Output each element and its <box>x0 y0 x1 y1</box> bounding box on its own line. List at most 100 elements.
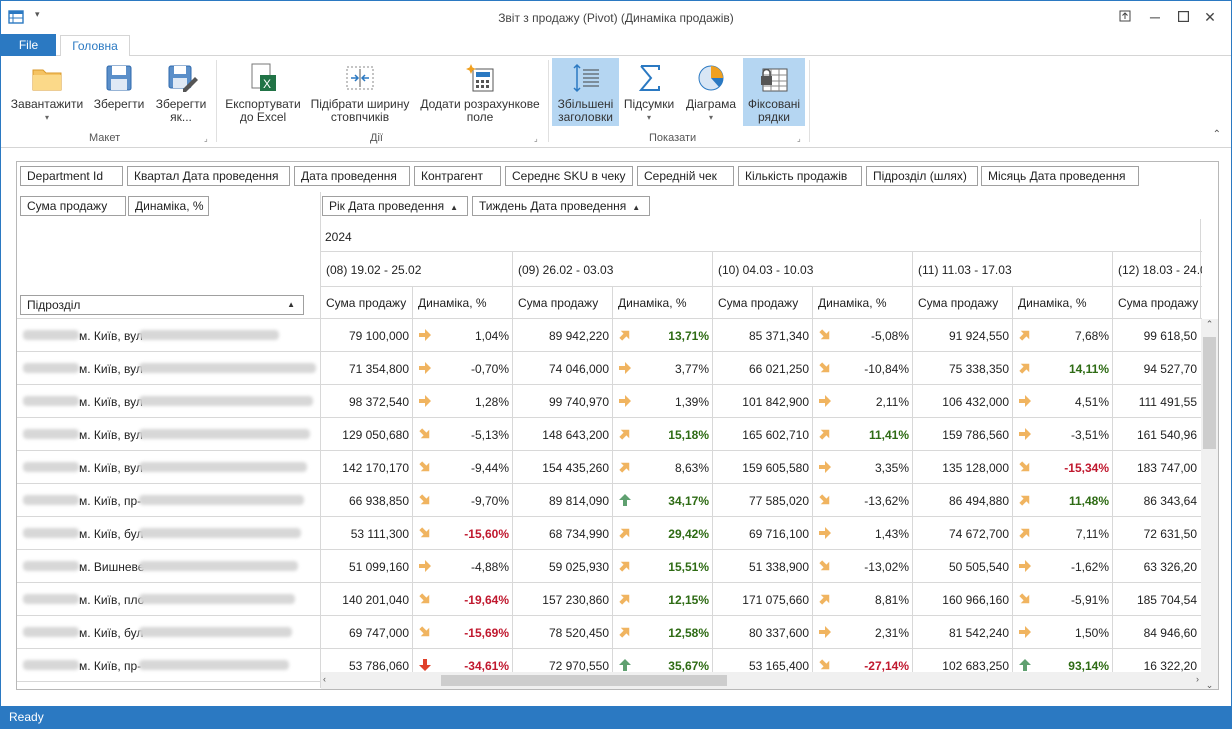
sales-value: 98 372,540 <box>348 395 409 409</box>
group-launcher-icon[interactable]: ⌟ <box>797 134 801 143</box>
measure-header[interactable]: Сума продажу <box>718 296 812 310</box>
row-label[interactable]: м. Київ, пр- <box>79 494 144 508</box>
group-launcher-icon[interactable]: ⌟ <box>204 134 208 143</box>
right-arrow-icon <box>1018 427 1032 441</box>
dynamics-value: -5,08% <box>870 329 909 343</box>
filter-field-chip[interactable]: Кількість продажів <box>738 166 862 186</box>
filter-field-chip[interactable]: Department Id <box>20 166 123 186</box>
row-label[interactable]: м. Київ, бул <box>79 527 144 541</box>
collapse-ribbon-icon[interactable]: ⌃ <box>1213 129 1221 140</box>
scroll-left-icon[interactable]: ‹ <box>323 674 326 684</box>
sales-value: 86 343,64 <box>1143 494 1197 508</box>
measure-header[interactable]: Сума продажу <box>918 296 1012 310</box>
table-row: м. Вишневе 51 099,160 -4,88% 59 025,930 15,5… <box>17 550 1202 583</box>
week-header[interactable]: (09) 26.02 - 03.03 <box>518 263 708 277</box>
title-bar: ▾ Звіт з продажу (Pivot) (Динаміка прода… <box>1 1 1231 34</box>
table-row: м. Київ, пр- 66 938,850 -9,70% 89 814,090 34… <box>17 484 1202 517</box>
enlarged-headers-button[interactable]: Збільшені заголовки <box>552 58 619 126</box>
row-label[interactable]: м. Київ, вул <box>79 362 144 376</box>
export-excel-button[interactable]: X Експортувати до Excel <box>224 58 302 124</box>
column-field-label: Тиждень Дата проведення <box>479 199 627 213</box>
redacted-code <box>23 660 79 670</box>
measure-header[interactable]: Сума продажу <box>1118 296 1200 310</box>
sales-value: 16 322,20 <box>1143 659 1197 673</box>
totals-button[interactable]: Підсумки ▾ <box>622 58 676 124</box>
row-label[interactable]: м. Київ, вул. <box>79 329 144 343</box>
measure-header[interactable]: Динаміка, % <box>818 296 912 310</box>
redacted-address <box>139 594 295 604</box>
scroll-up-icon[interactable]: ⌃ <box>1201 319 1218 335</box>
week-header[interactable]: (12) 18.03 - 24.03 <box>1118 263 1202 277</box>
dynamics-value: 29,42% <box>668 527 709 541</box>
scroll-right-icon[interactable]: › <box>1196 674 1199 684</box>
vertical-scroll-thumb[interactable] <box>1203 337 1216 449</box>
maximize-icon[interactable] <box>1172 7 1194 27</box>
measure-header[interactable]: Динаміка, % <box>418 296 512 310</box>
filter-field-chip[interactable]: Середнє SKU в чеку <box>505 166 633 186</box>
horizontal-scrollbar[interactable]: ‹ › <box>321 672 1203 689</box>
filter-field-chip[interactable]: Квартал Дата проведення <box>127 166 290 186</box>
group-label-actions: Дії <box>370 132 383 144</box>
redacted-address <box>139 396 313 406</box>
column-field-chip[interactable]: Тиждень Дата проведення ▲ <box>472 196 650 216</box>
row-label[interactable]: м. Вишневе <box>79 560 144 574</box>
filter-field-chip[interactable]: Місяць Дата проведення <box>981 166 1139 186</box>
up-right-arrow-icon <box>818 427 832 441</box>
week-header[interactable]: (08) 19.02 - 25.02 <box>326 263 516 277</box>
sigma-icon <box>638 65 660 91</box>
dynamics-value: -5,13% <box>470 428 509 442</box>
filter-field-chip[interactable]: Дата проведення <box>294 166 410 186</box>
dynamics-value: 4,51% <box>1074 395 1109 409</box>
measure-header[interactable]: Сума продажу <box>326 296 412 310</box>
dynamics-value: -9,44% <box>470 461 509 475</box>
column-field-chip[interactable]: Рік Дата проведення ▲ <box>322 196 468 216</box>
enlarged-headers-label: Збільшені заголовки <box>557 97 614 124</box>
week-header[interactable]: (10) 04.03 - 10.03 <box>718 263 908 277</box>
tab-home[interactable]: Головна <box>60 35 130 57</box>
row-field-chip[interactable]: Підрозділ ▲ <box>20 295 304 315</box>
header-divider <box>320 286 1202 287</box>
minimize-icon[interactable]: ─ <box>1144 7 1166 27</box>
row-label[interactable]: м. Київ, площ <box>79 593 144 607</box>
add-calculated-field-button[interactable]: Додати розрахункове поле <box>419 58 541 124</box>
row-label[interactable]: м. Київ, вул <box>79 461 144 475</box>
week-header[interactable]: (11) 11.03 - 17.03 <box>918 263 1108 277</box>
sort-asc-icon[interactable]: ▲ <box>632 203 640 212</box>
data-field-chip[interactable]: Сума продажу <box>20 196 126 216</box>
row-label[interactable]: м. Київ, пр- <box>79 659 144 673</box>
measure-header[interactable]: Динаміка, % <box>1018 296 1112 310</box>
filter-field-chip[interactable]: Середній чек <box>637 166 734 186</box>
up-right-arrow-icon <box>1018 526 1032 540</box>
scroll-down-icon[interactable]: ⌄ <box>1201 680 1218 689</box>
row-label[interactable]: м. Київ, вул <box>79 428 144 442</box>
group-launcher-icon[interactable]: ⌟ <box>534 134 538 143</box>
table-row: м. Київ, бул 69 747,000 -15,69% 78 520,450 1… <box>17 616 1202 649</box>
filter-field-chip[interactable]: Контрагент <box>414 166 501 186</box>
load-button[interactable]: Завантажити ▾ <box>9 58 85 124</box>
year-header[interactable]: 2024 <box>325 230 352 244</box>
dynamics-value: 13,71% <box>668 329 709 343</box>
close-icon[interactable]: ✕ <box>1199 7 1221 27</box>
row-label[interactable]: м. Київ, вул <box>79 395 144 409</box>
data-field-chip[interactable]: Динаміка, % <box>128 196 209 216</box>
sort-asc-icon[interactable]: ▲ <box>287 296 295 314</box>
down-right-arrow-icon <box>418 427 432 441</box>
dynamics-value: 34,17% <box>668 494 709 508</box>
filter-field-chip[interactable]: Підрозділ (шлях) <box>866 166 978 186</box>
vertical-scrollbar[interactable]: ⌃ ⌄ <box>1201 319 1218 689</box>
measure-header[interactable]: Динаміка, % <box>618 296 712 310</box>
tab-file[interactable]: File <box>1 34 56 56</box>
restore-icon[interactable] <box>1114 7 1136 27</box>
fixed-rows-button[interactable]: Фіксовані рядки <box>743 58 805 126</box>
sales-value: 53 786,060 <box>348 659 409 673</box>
table-row: м. Київ, площ 140 201,040 -19,64% 157 230,8… <box>17 583 1202 616</box>
horizontal-scroll-thumb[interactable] <box>441 675 727 686</box>
measure-header[interactable]: Сума продажу <box>518 296 612 310</box>
sort-asc-icon[interactable]: ▲ <box>450 203 458 212</box>
save-as-button[interactable]: Зберегти як... <box>153 58 211 124</box>
chart-button[interactable]: Діаграма ▾ <box>683 58 739 124</box>
save-button[interactable]: Зберегти <box>91 58 147 111</box>
right-arrow-icon <box>1018 394 1032 408</box>
fit-columns-button[interactable]: Підібрати ширину стовпчиків <box>309 58 411 124</box>
row-label[interactable]: м. Київ, бул <box>79 626 144 640</box>
